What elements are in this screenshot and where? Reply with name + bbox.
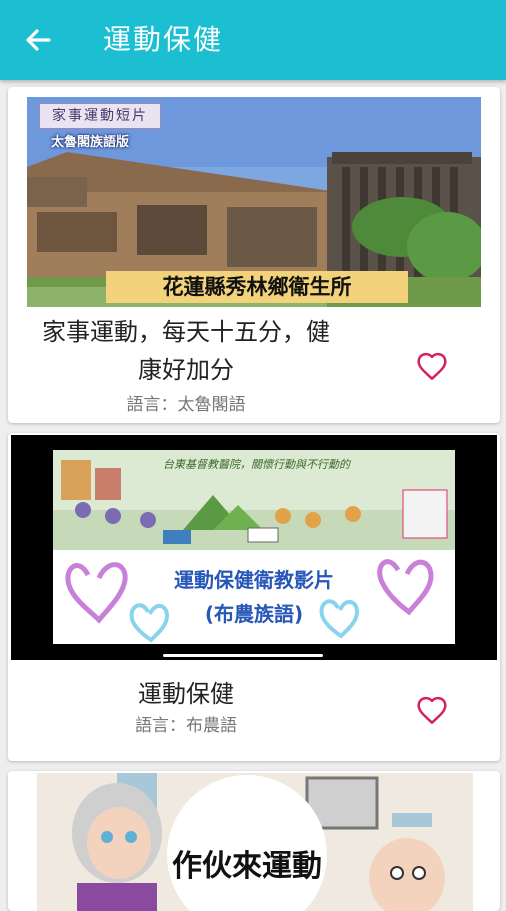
thumbnail-subheading: (布農族語) — [204, 602, 304, 626]
language-badge: 太魯閣族語版 — [51, 135, 130, 150]
favorite-button[interactable] — [416, 351, 448, 381]
language-label: 語言 — [135, 716, 186, 736]
video-card[interactable]: 作伙來運動 — [8, 771, 500, 911]
video-thumbnail[interactable]: 台東基督教醫院，關懷行動與不行動的 運動保健衛教影片 (布農族語) — [11, 435, 497, 660]
language-value: 太魯閣語 — [177, 395, 246, 415]
video-title: 運動保健 — [46, 675, 326, 713]
back-button[interactable] — [18, 20, 58, 60]
page-title: 運動保健 — [103, 23, 224, 56]
video-card[interactable]: 家事運動短片 太魯閣族語版 花蓮縣秀林鄉衛生所 家事運動，每天十五分，健 康好加… — [8, 87, 500, 423]
language-value: 布農語 — [186, 716, 237, 736]
thumbnail-caption: 花蓮縣秀林鄉衛生所 — [106, 271, 408, 303]
thumbnail-heading: 作伙來運動 — [172, 849, 322, 884]
video-language: 語言太魯閣語 — [26, 393, 346, 417]
video-title-line: 康好加分 — [138, 356, 234, 384]
video-title-line: 運動保健 — [138, 680, 234, 708]
video-card[interactable]: 台東基督教醫院，關懷行動與不行動的 運動保健衛教影片 (布農族語) 運動保健 語… — [8, 433, 500, 761]
video-thumbnail[interactable]: 家事運動短片 太魯閣族語版 花蓮縣秀林鄉衛生所 — [27, 97, 481, 307]
heart-outline-icon — [417, 352, 447, 380]
favorite-button[interactable] — [416, 695, 448, 725]
video-language: 語言布農語 — [46, 714, 326, 738]
heart-outline-icon — [417, 696, 447, 724]
thumbnail-image: 台東基督教醫院，關懷行動與不行動的 運動保健衛教影片 (布農族語) — [53, 450, 455, 644]
thumbnail-heading: 運動保健衛教影片 — [174, 568, 334, 592]
video-progress-line — [163, 654, 323, 657]
video-title: 家事運動，每天十五分，健 康好加分 — [26, 313, 346, 389]
arrow-back-icon — [26, 29, 51, 51]
language-label: 語言 — [127, 395, 178, 415]
thumbnail-banner: 台東基督教醫院，關懷行動與不行動的 — [163, 458, 350, 471]
thumbnail-tag: 家事運動短片 — [39, 103, 161, 129]
video-title-line: 家事運動，每天十五分，健 — [42, 318, 330, 346]
app-bar: 運動保健 — [0, 0, 506, 80]
video-thumbnail[interactable]: 作伙來運動 — [37, 773, 473, 911]
